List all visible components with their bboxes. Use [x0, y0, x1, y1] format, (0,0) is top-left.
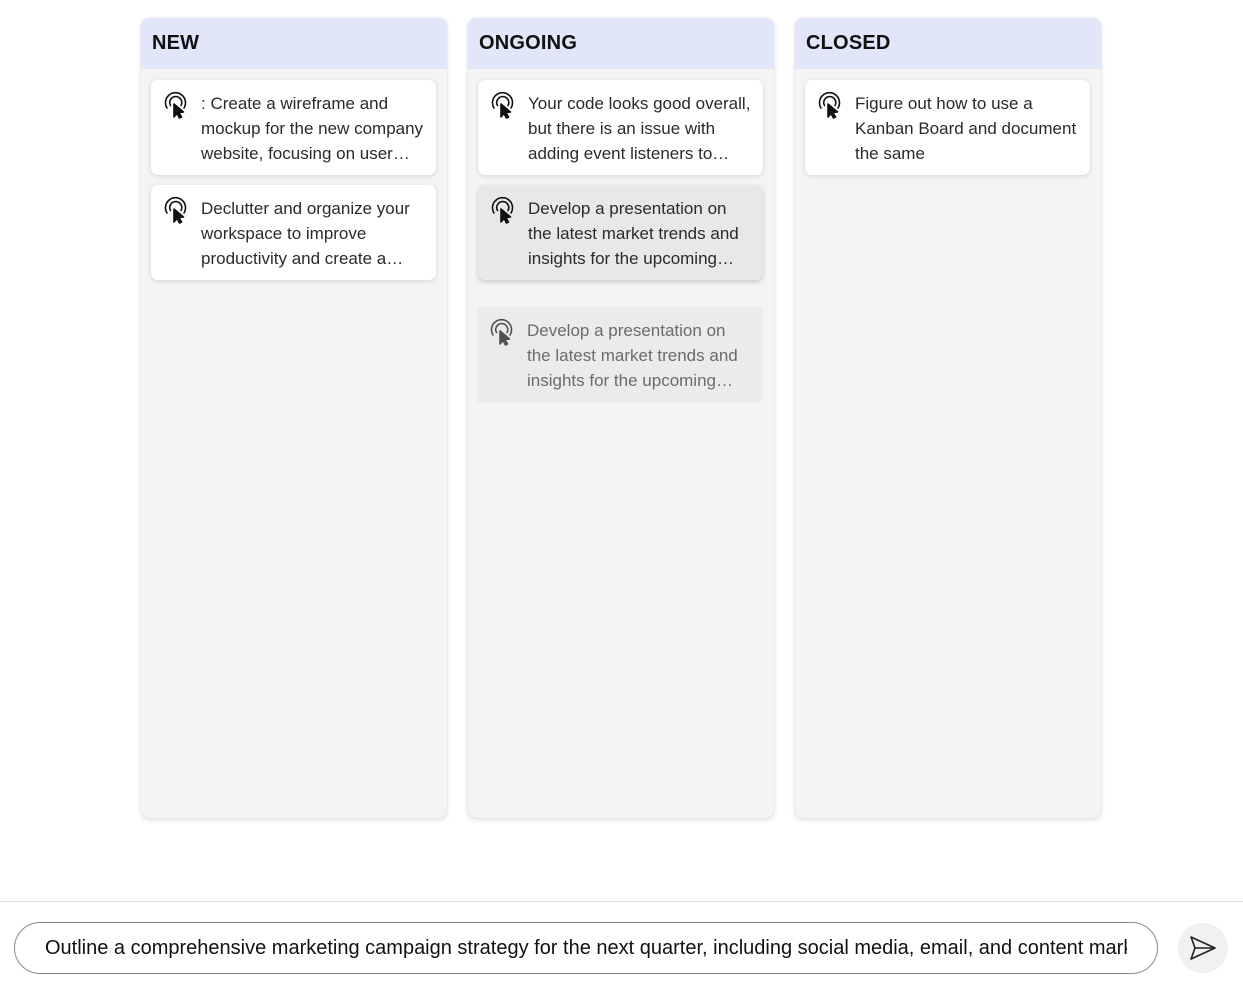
message-composer: [14, 922, 1158, 974]
card-text: Declutter and organize your workspace to…: [201, 199, 410, 268]
kanban-board: NEW : Create a wireframe and mockup for …: [141, 18, 1101, 818]
message-input[interactable]: [15, 923, 1157, 973]
column-title: ONGOING: [468, 18, 774, 69]
column-new[interactable]: NEW : Create a wireframe and mockup for …: [141, 18, 447, 818]
card-list: : Create a wireframe and mockup for the …: [141, 69, 447, 301]
task-card[interactable]: Your code looks good overall, but there …: [478, 80, 763, 175]
touch-pointer-icon: [164, 92, 187, 119]
composer-divider: [0, 901, 1243, 902]
column-title: CLOSED: [795, 18, 1101, 69]
card-list: Figure out how to use a Kanban Board and…: [795, 69, 1101, 196]
card-text: Your code looks good overall, but there …: [528, 94, 751, 163]
touch-pointer-icon: [491, 197, 514, 224]
card-list: Your code looks good overall, but there …: [468, 69, 774, 423]
column-ongoing[interactable]: ONGOING Your code looks good overall, bu…: [468, 18, 774, 818]
send-button[interactable]: [1178, 923, 1228, 973]
task-card[interactable]: : Create a wireframe and mockup for the …: [151, 80, 436, 175]
drop-placeholder-card[interactable]: Develop a presentation on the latest mar…: [477, 307, 762, 402]
touch-pointer-icon: [164, 197, 187, 224]
touch-pointer-icon: [491, 92, 514, 119]
send-icon: [1190, 936, 1216, 960]
task-card-dragging[interactable]: Develop a presentation on the latest mar…: [478, 185, 763, 280]
card-text: : Create a wireframe and mockup for the …: [201, 94, 424, 163]
touch-pointer-icon: [818, 92, 841, 119]
column-title: NEW: [141, 18, 447, 69]
task-card[interactable]: Figure out how to use a Kanban Board and…: [805, 80, 1090, 175]
card-text: Develop a presentation on the latest mar…: [527, 321, 738, 390]
task-card[interactable]: Declutter and organize your workspace to…: [151, 185, 436, 280]
touch-pointer-icon: [490, 319, 513, 346]
column-closed[interactable]: CLOSED Figure out how to use a Kanban Bo…: [795, 18, 1101, 818]
card-text: Develop a presentation on the latest mar…: [528, 199, 739, 268]
card-text: Figure out how to use a Kanban Board and…: [855, 94, 1077, 163]
